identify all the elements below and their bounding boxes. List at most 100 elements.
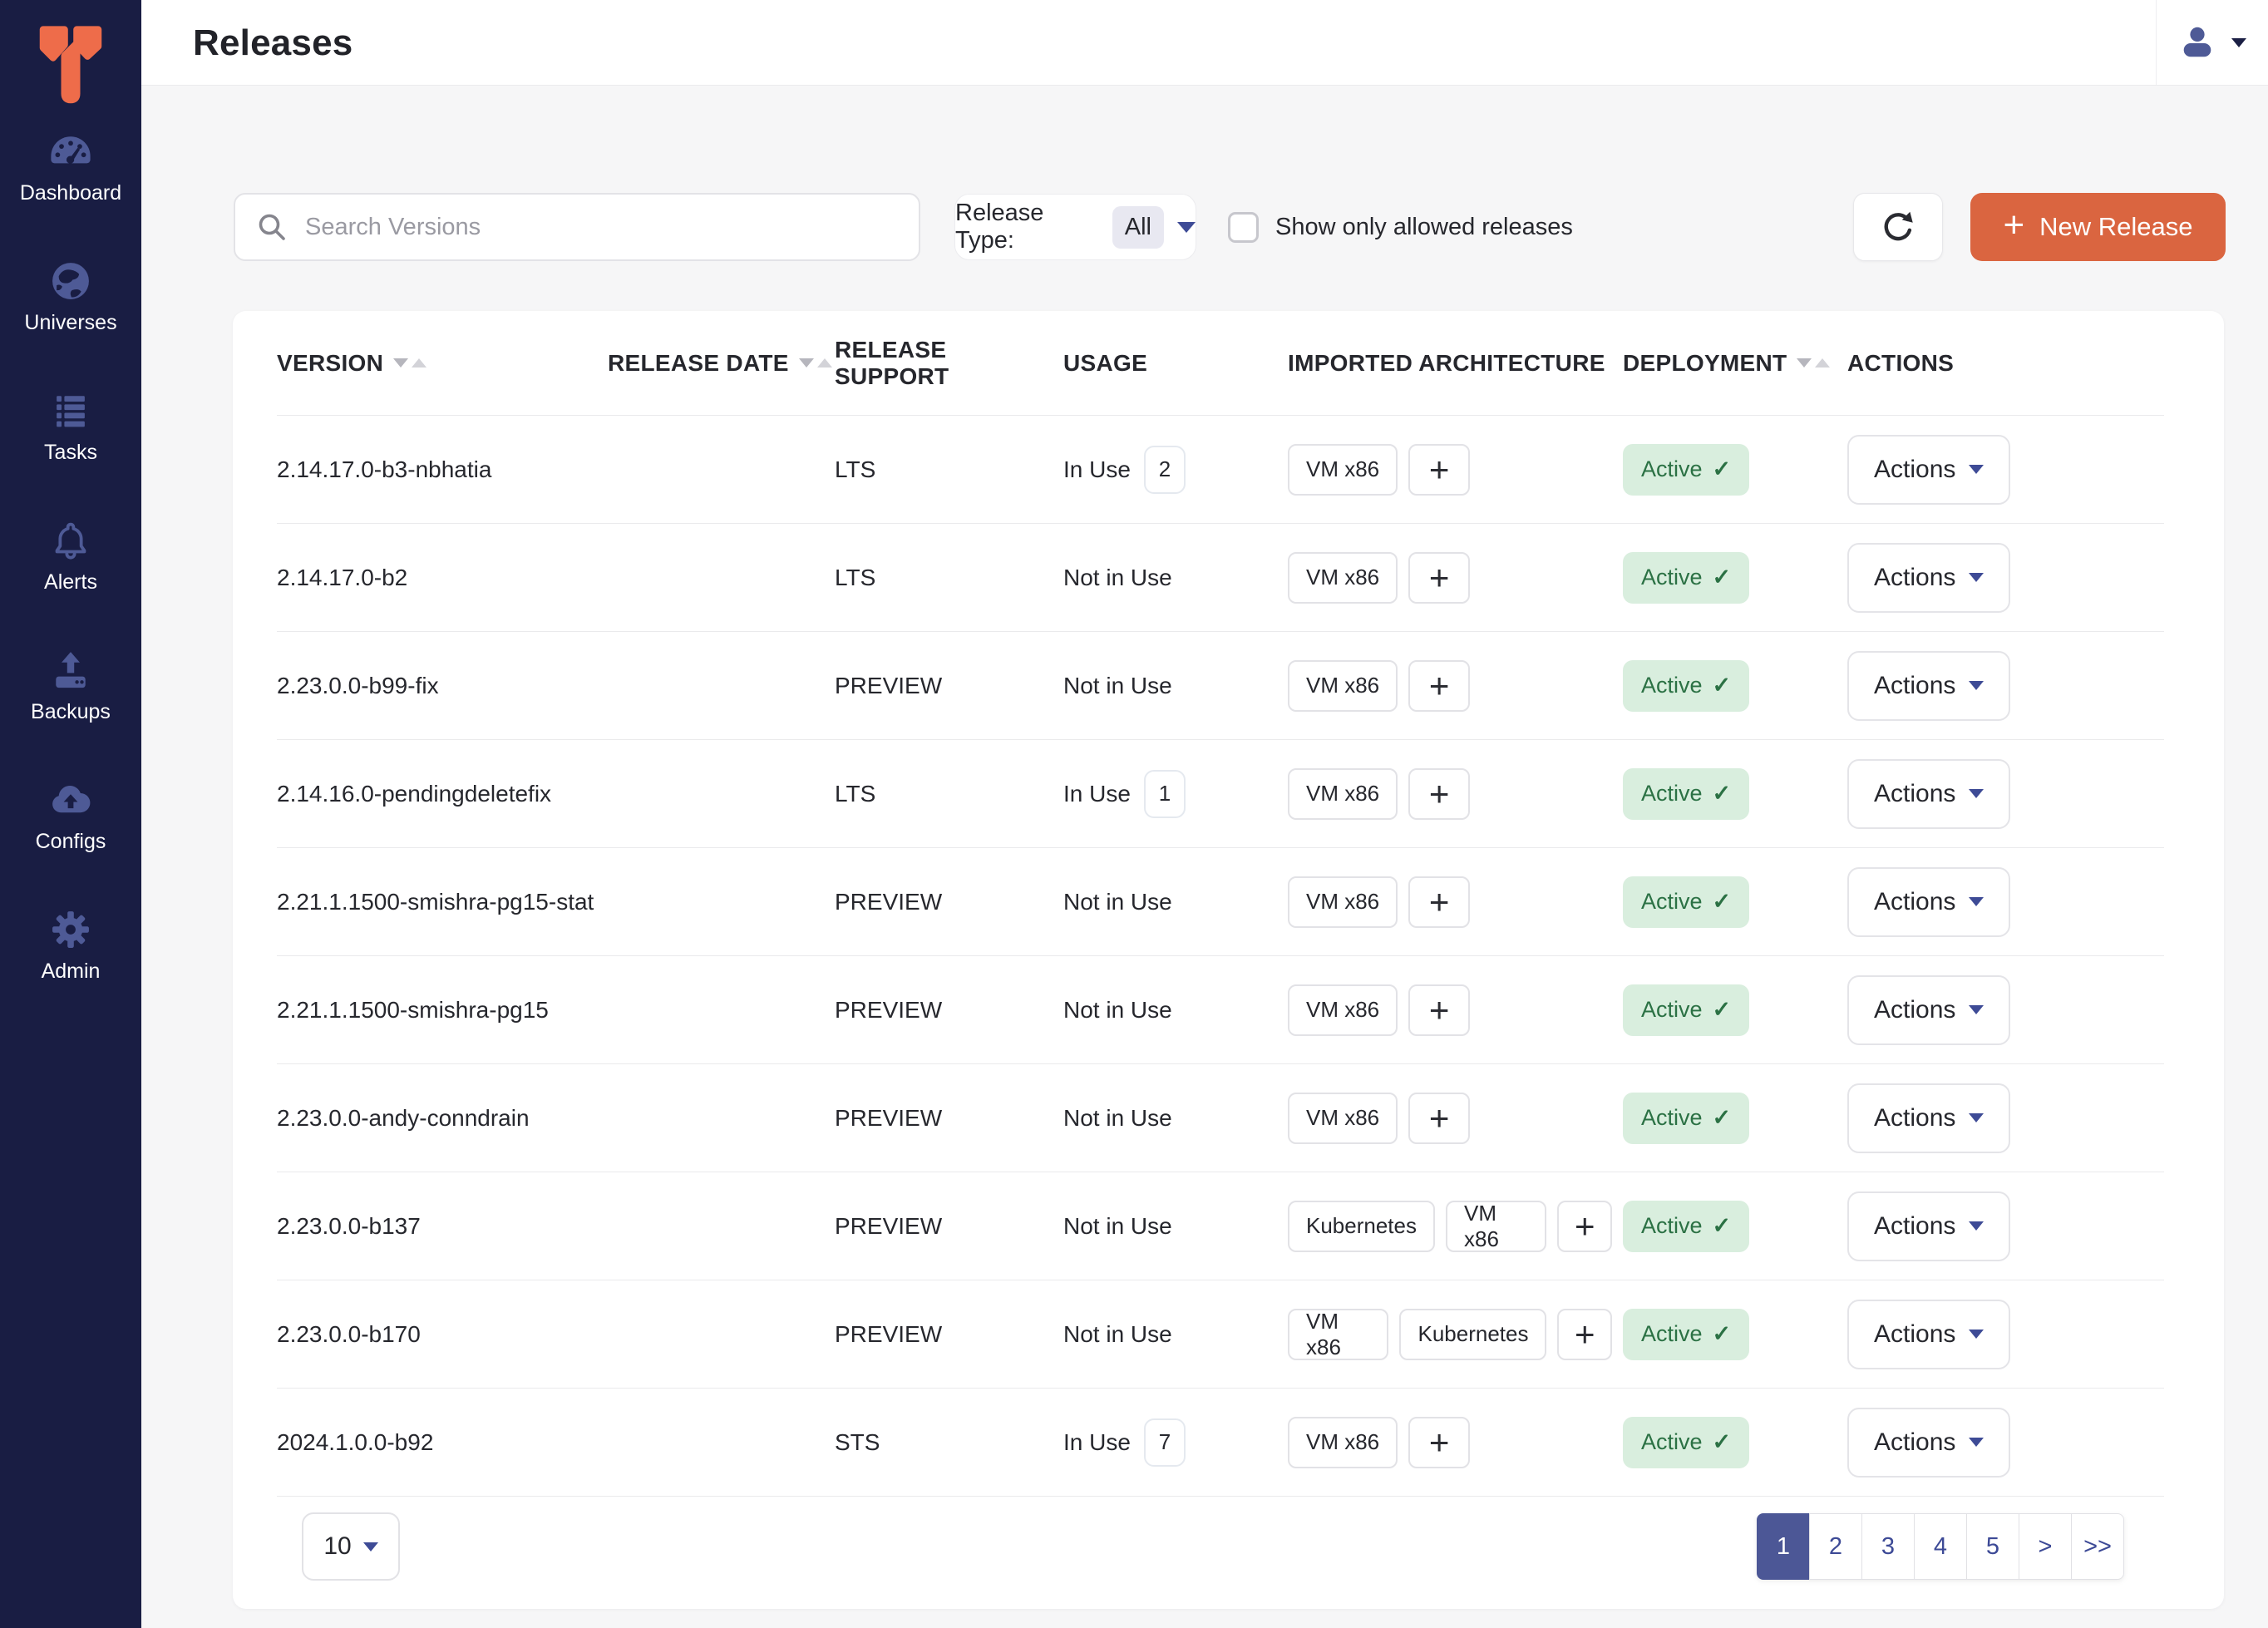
release-support-text: LTS — [835, 781, 875, 807]
sidebar-item-alerts[interactable]: Alerts — [0, 507, 141, 637]
search-input[interactable] — [303, 213, 899, 242]
page-button-5[interactable]: 5 — [1966, 1513, 2019, 1580]
show-only-allowed-checkbox[interactable] — [1228, 212, 1259, 243]
architecture-chip: VM x86 — [1288, 444, 1398, 496]
release-date-cell — [608, 1389, 835, 1496]
user-menu[interactable] — [2156, 0, 2268, 85]
actions-button[interactable]: Actions — [1847, 651, 2010, 721]
refresh-button[interactable] — [1853, 193, 1943, 261]
sidebar-item-label: Universes — [24, 311, 116, 335]
version-text: 2.23.0.0-b170 — [277, 1321, 421, 1348]
chevron-down-icon — [1177, 222, 1196, 233]
actions-button[interactable]: Actions — [1847, 1191, 2010, 1261]
version-text: 2.23.0.0-andy-conndrain — [277, 1105, 530, 1132]
column-header-deployment[interactable]: DEPLOYMENT — [1623, 311, 1847, 415]
deployment-status-text: Active — [1641, 1429, 1703, 1455]
release-support-text: PREVIEW — [835, 1105, 942, 1132]
sidebar-item-universes[interactable]: Universes — [0, 248, 141, 377]
deployment-status-text: Active — [1641, 565, 1703, 590]
check-icon: ✓ — [1713, 565, 1732, 590]
deployment-status-badge: Active✓ — [1623, 1309, 1749, 1360]
table-row: 2.23.0.0-b170PREVIEWNot in UseVM x86Kube… — [277, 1280, 2164, 1389]
page-button-1[interactable]: 1 — [1757, 1513, 1810, 1580]
sort-icons — [1797, 358, 1830, 368]
sidebar-item-label: Backups — [31, 700, 111, 724]
release-date-cell — [608, 1172, 835, 1280]
usage-count-badge: 2 — [1144, 446, 1186, 494]
alerts-icon — [47, 517, 94, 564]
actions-label: Actions — [1874, 564, 1955, 592]
actions-button[interactable]: Actions — [1847, 1300, 2010, 1369]
chevron-down-icon — [1969, 897, 1984, 906]
add-architecture-button[interactable]: + — [1557, 1309, 1612, 1360]
imported-architecture-cell: VM x86+ — [1288, 740, 1623, 847]
page-button-4[interactable]: 4 — [1914, 1513, 1967, 1580]
deployment-status-badge: Active✓ — [1623, 444, 1749, 496]
release-date-cell — [608, 1064, 835, 1172]
add-architecture-button[interactable]: + — [1408, 984, 1470, 1036]
sidebar-item-configs[interactable]: Configs — [0, 767, 141, 896]
version-cell: 2.23.0.0-b137 — [277, 1172, 608, 1280]
actions-button[interactable]: Actions — [1847, 1408, 2010, 1478]
chevron-down-icon — [363, 1542, 378, 1552]
next-page-button[interactable]: > — [2019, 1513, 2072, 1580]
actions-button[interactable]: Actions — [1847, 435, 2010, 505]
sidebar-item-tasks[interactable]: Tasks — [0, 377, 141, 507]
configs-icon — [47, 777, 94, 823]
page-size-select[interactable]: 10 — [302, 1512, 400, 1581]
show-only-allowed-row: Show only allowed releases — [1228, 193, 1573, 261]
usage-text: Not in Use — [1063, 889, 1172, 915]
column-header-release-date[interactable]: RELEASE DATE — [608, 311, 835, 415]
add-architecture-button[interactable]: + — [1408, 444, 1470, 496]
deployment-status-badge: Active✓ — [1623, 1417, 1749, 1468]
architecture-chip: VM x86 — [1288, 1417, 1398, 1468]
add-architecture-button[interactable]: + — [1557, 1201, 1612, 1252]
add-architecture-button[interactable]: + — [1408, 876, 1470, 928]
sidebar-item-admin[interactable]: Admin — [0, 896, 141, 1026]
chevron-down-icon — [1969, 465, 1984, 474]
chevron-down-icon — [1969, 681, 1984, 690]
add-architecture-button[interactable]: + — [1408, 552, 1470, 604]
imported-architecture-cell: VM x86Kubernetes+ — [1288, 1280, 1623, 1388]
add-architecture-button[interactable]: + — [1408, 660, 1470, 712]
usage-text: Not in Use — [1063, 997, 1172, 1024]
column-header-version[interactable]: VERSION — [277, 311, 608, 415]
chevron-down-icon — [1969, 1330, 1984, 1339]
architecture-chip: VM x86 — [1288, 876, 1398, 928]
version-cell: 2.23.0.0-andy-conndrain — [277, 1064, 608, 1172]
release-support-cell: PREVIEW — [835, 632, 1063, 739]
page-button-2[interactable]: 2 — [1809, 1513, 1862, 1580]
yugabyte-logo-icon[interactable] — [29, 17, 112, 110]
actions-button[interactable]: Actions — [1847, 1083, 2010, 1153]
add-architecture-button[interactable]: + — [1408, 1093, 1470, 1144]
usage-text: Not in Use — [1063, 565, 1172, 591]
show-only-allowed-label: Show only allowed releases — [1275, 214, 1573, 241]
imported-architecture-cell: VM x86+ — [1288, 416, 1623, 523]
release-support-cell: LTS — [835, 416, 1063, 523]
sidebar-item-dashboard[interactable]: Dashboard — [0, 118, 141, 248]
actions-button[interactable]: Actions — [1847, 759, 2010, 829]
chevron-down-icon — [1969, 573, 1984, 582]
release-type-filter[interactable]: Release Type: All — [954, 194, 1196, 260]
table-body: 2.14.17.0-b3-nbhatiaLTSIn Use2VM x86+Act… — [277, 416, 2164, 1497]
actions-button[interactable]: Actions — [1847, 543, 2010, 613]
usage-count-badge: 7 — [1144, 1418, 1186, 1467]
usage-cell: Not in Use — [1063, 848, 1288, 955]
release-support-cell: LTS — [835, 740, 1063, 847]
version-cell: 2.14.17.0-b3-nbhatia — [277, 416, 608, 523]
page-button-3[interactable]: 3 — [1861, 1513, 1915, 1580]
add-architecture-button[interactable]: + — [1408, 1417, 1470, 1468]
actions-button[interactable]: Actions — [1847, 867, 2010, 937]
deployment-status-text: Active — [1641, 781, 1703, 807]
usage-cell: In Use1 — [1063, 740, 1288, 847]
deployment-status-text: Active — [1641, 456, 1703, 482]
new-release-button[interactable]: + New Release — [1970, 193, 2226, 261]
last-page-button[interactable]: >> — [2071, 1513, 2124, 1580]
add-architecture-button[interactable]: + — [1408, 768, 1470, 820]
actions-button[interactable]: Actions — [1847, 975, 2010, 1045]
deployment-status-badge: Active✓ — [1623, 660, 1749, 712]
actions-label: Actions — [1874, 996, 1955, 1024]
sidebar-item-backups[interactable]: Backups — [0, 637, 141, 767]
usage-cell: In Use7 — [1063, 1389, 1288, 1496]
column-header-release-support: RELEASE SUPPORT — [835, 311, 1063, 415]
